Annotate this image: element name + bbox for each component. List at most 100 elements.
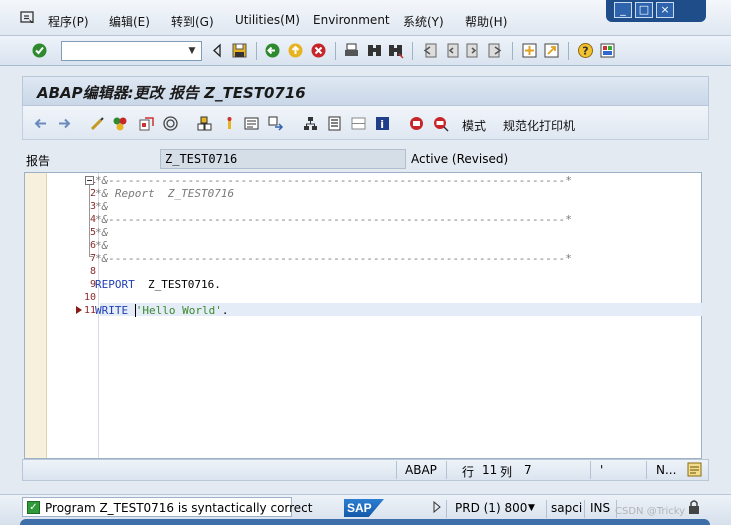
code-line[interactable]: *&--------------------------------------…: [95, 174, 572, 187]
pattern-icon[interactable]: [326, 115, 343, 132]
forward-arrow-icon[interactable]: [56, 115, 73, 132]
object-list-icon[interactable]: [243, 115, 260, 132]
language-indicator: ABAP: [405, 463, 437, 477]
menu-goto[interactable]: 转到(G): [171, 13, 214, 30]
quote-indicator: ': [600, 463, 604, 477]
server-name: sapci: [551, 501, 583, 515]
menu-utilities[interactable]: Utilities(M): [235, 13, 300, 27]
system-info: PRD (1) 800: [455, 501, 528, 515]
find-icon[interactable]: [366, 42, 383, 59]
menu-help[interactable]: 帮助(H): [465, 13, 507, 30]
toolbar-separator: [512, 42, 513, 60]
string-literal: 'Hello World': [135, 304, 222, 317]
object-type-label: 报告: [26, 154, 51, 168]
code-text: .: [221, 304, 229, 317]
notes-icon[interactable]: [687, 462, 702, 477]
current-line-marker-icon: [76, 306, 82, 314]
keyword: WRITE: [95, 304, 129, 317]
minimize-button[interactable]: _: [614, 2, 632, 18]
system-dropdown-icon[interactable]: ▼: [528, 503, 535, 513]
chevron-down-icon[interactable]: ▼: [184, 43, 200, 59]
status-separator: [546, 500, 547, 518]
code-editor[interactable]: 1 2 3 4 5 6 7 8 9 10 11 *&--------------…: [24, 172, 702, 459]
command-field[interactable]: ▼: [61, 41, 202, 61]
editor-gutter[interactable]: [25, 173, 47, 458]
code-line[interactable]: *&: [95, 200, 108, 213]
print-icon[interactable]: [343, 42, 360, 59]
code-line[interactable]: WRITE 'Hello World'.: [95, 304, 228, 317]
status-message[interactable]: ✓ Program Z_TEST0716 is syntactically co…: [22, 497, 313, 517]
check-icon[interactable]: [138, 115, 155, 132]
mode-button[interactable]: 模式: [462, 117, 486, 134]
line-number: 10: [83, 292, 96, 303]
row-value: 11: [482, 463, 498, 477]
active-inactive-icon[interactable]: [112, 115, 129, 132]
status-separator: [446, 500, 447, 518]
col-value: 7: [524, 463, 532, 477]
toolbar-separator: [335, 42, 336, 60]
toolbar-separator: [256, 42, 257, 60]
status-separator: [396, 461, 397, 479]
window-controls: _ □ ×: [606, 0, 706, 22]
expand-status-icon[interactable]: [432, 501, 442, 513]
maximize-button[interactable]: □: [635, 2, 653, 18]
app-menu-icon[interactable]: [20, 11, 36, 25]
display-change-icon[interactable]: [89, 115, 106, 132]
menu-environment[interactable]: Environment: [313, 13, 390, 27]
activate-icon[interactable]: [162, 115, 179, 132]
cancel-icon[interactable]: [310, 42, 327, 59]
page-title: ABAP编辑器:更改 报告 Z_TEST0716: [37, 84, 306, 102]
object-search-icon[interactable]: [432, 115, 449, 132]
back-arrow-icon[interactable]: [32, 115, 49, 132]
toolbar-separator: [412, 42, 413, 60]
first-page-icon[interactable]: [421, 42, 438, 59]
code-line[interactable]: *&: [95, 239, 108, 252]
code-line[interactable]: *&: [95, 226, 108, 239]
status-separator: [646, 461, 647, 479]
code-line[interactable]: *& Report Z_TEST0716: [95, 187, 234, 200]
lock-icon: [689, 500, 699, 514]
shortcut-icon[interactable]: [543, 42, 560, 59]
pretty-printer-button[interactable]: 规范化打印机: [503, 117, 575, 134]
fold-tree-line: [89, 185, 93, 257]
screen-title-bar: ABAP编辑器:更改 报告 Z_TEST0716: [22, 76, 709, 106]
row-label: 行: [462, 465, 475, 479]
status-separator: [584, 500, 585, 518]
exit-icon[interactable]: [287, 42, 304, 59]
program-name-field: Z_TEST0716: [160, 149, 406, 169]
code-line[interactable]: *&--------------------------------------…: [95, 213, 572, 226]
menu-program[interactable]: 程序(P): [48, 13, 89, 30]
enter-icon[interactable]: [31, 42, 48, 59]
new-session-icon[interactable]: [521, 42, 538, 59]
prev-page-icon[interactable]: [443, 42, 460, 59]
code-line[interactable]: REPORT Z_TEST0716.: [95, 278, 221, 291]
function-module-icon[interactable]: [408, 115, 425, 132]
back-icon[interactable]: [264, 42, 281, 59]
insert-mode: INS: [590, 501, 611, 515]
navigation-window-icon[interactable]: [267, 115, 284, 132]
last-page-icon[interactable]: [487, 42, 504, 59]
keyword: REPORT: [95, 278, 135, 291]
command-input[interactable]: [64, 43, 182, 59]
save-icon[interactable]: [231, 42, 248, 59]
where-used-icon[interactable]: [196, 115, 213, 132]
status-message-text: Program Z_TEST0716 is syntactically corr…: [45, 501, 313, 515]
svg-text:i: i: [380, 118, 384, 131]
close-button[interactable]: ×: [656, 2, 674, 18]
split-view-icon[interactable]: [350, 115, 367, 132]
help-icon[interactable]: ?: [577, 42, 594, 59]
breakpoint-icon[interactable]: [221, 115, 238, 132]
hierarchy-icon[interactable]: [302, 115, 319, 132]
code-line[interactable]: *&--------------------------------------…: [95, 252, 572, 265]
back-triangle-icon[interactable]: [209, 42, 226, 59]
status-separator: [446, 461, 447, 479]
collapse-icon[interactable]: [85, 176, 94, 185]
col-label: 列: [500, 465, 513, 479]
info-icon[interactable]: i: [374, 115, 391, 132]
svg-text:?: ?: [582, 45, 588, 58]
find-next-icon[interactable]: [387, 42, 404, 59]
layout-icon[interactable]: [599, 42, 616, 59]
next-page-icon[interactable]: [465, 42, 482, 59]
menu-system[interactable]: 系统(Y): [403, 13, 444, 30]
menu-edit[interactable]: 编辑(E): [109, 13, 150, 30]
